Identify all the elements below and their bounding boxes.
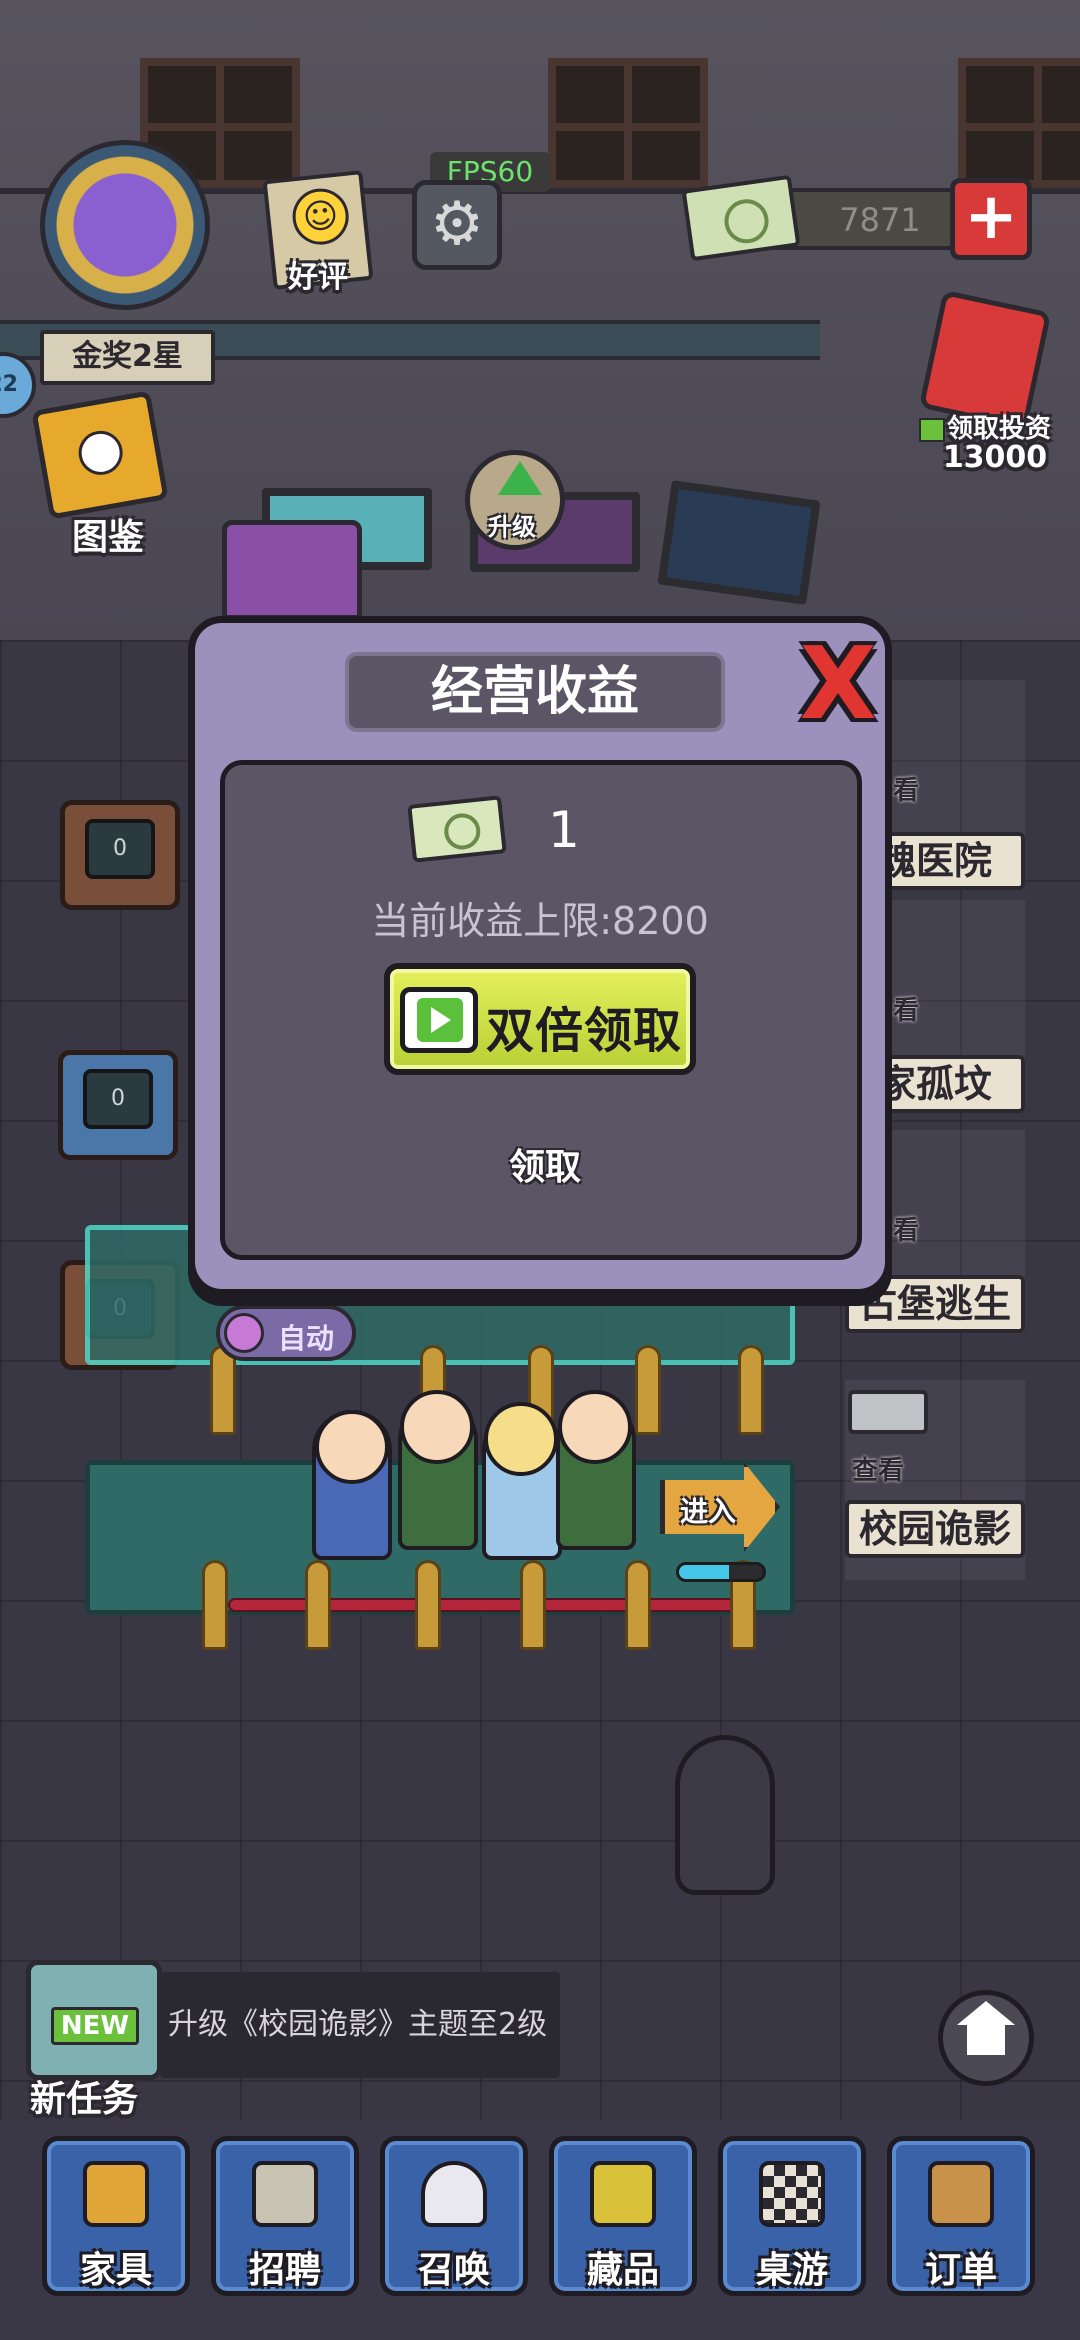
nav-board-game[interactable]: 桌游 <box>718 2136 866 2296</box>
room-view-text: 看 <box>893 1216 920 1246</box>
machine-counter: 0 <box>83 1069 153 1129</box>
tv-play-icon <box>400 987 478 1053</box>
nav-label: 桌游 <box>755 2250 828 2291</box>
rank-label: 金奖2星 <box>40 330 215 385</box>
room-view-text: 看 <box>893 776 920 806</box>
rank-badge[interactable] <box>30 140 220 340</box>
board-game-icon <box>759 2161 825 2227</box>
customer-head <box>484 1402 558 1476</box>
praise-label: 好评 <box>288 260 348 295</box>
upgrade-label: 升级 <box>488 513 536 541</box>
new-task-button[interactable]: NEW <box>26 1960 162 2080</box>
new-task-label: 新任务 <box>30 2079 139 2120</box>
nav-furniture[interactable]: 家具 <box>42 2136 190 2296</box>
vending-machine[interactable]: 0 <box>60 800 180 910</box>
vending-machine[interactable]: 0 <box>58 1050 178 1160</box>
ghost-staff-character[interactable] <box>675 1735 775 1895</box>
auto-icon <box>224 1313 264 1353</box>
room-view-text[interactable]: 查看 <box>852 1450 904 1487</box>
income-limit-text: 当前收益上限:8200 <box>371 899 709 943</box>
nav-summon[interactable]: 召唤 <box>380 2136 528 2296</box>
claim-button[interactable]: 领取 <box>480 1138 610 1190</box>
cash-stack-icon <box>407 795 507 863</box>
nav-label: 家具 <box>79 2250 152 2291</box>
auto-label: 自动 <box>278 1322 335 1355</box>
nav-label: 招聘 <box>248 2250 321 2291</box>
double-claim-button[interactable]: 双倍领取 <box>384 963 696 1075</box>
add-money-button[interactable]: + <box>950 178 1032 260</box>
new-badge: NEW <box>51 2007 139 2045</box>
customer-head <box>315 1410 389 1484</box>
camera-icon <box>848 1390 928 1434</box>
close-button[interactable]: X <box>796 634 880 734</box>
queue-post <box>202 1560 228 1650</box>
nav-label: 订单 <box>924 2250 997 2291</box>
bat-box-icon <box>928 2161 994 2227</box>
settings-button[interactable]: ⚙ <box>412 180 502 270</box>
queue-post <box>635 1345 661 1435</box>
income-value: 1 <box>548 801 580 859</box>
customer-head <box>558 1390 632 1464</box>
safe-icon <box>590 2161 656 2227</box>
queue-progress-bar <box>676 1562 766 1582</box>
home-icon <box>957 2001 1015 2055</box>
room-label-campus[interactable]: 校园诡影 <box>845 1500 1025 1558</box>
painting <box>657 480 821 605</box>
queue-post <box>415 1560 441 1650</box>
task-description[interactable]: 升级《校园诡影》主题至2级 <box>160 1972 560 2078</box>
upgrade-arrow-icon <box>498 461 542 495</box>
nav-label: 召唤 <box>417 2250 490 2291</box>
upgrade-button[interactable]: 升级 <box>465 450 565 550</box>
nav-collection[interactable]: 藏品 <box>549 2136 697 2296</box>
queue-post <box>305 1560 331 1650</box>
queue-progress-fill <box>679 1565 730 1579</box>
codex-book-button[interactable] <box>31 390 169 520</box>
skull-icon <box>75 427 127 479</box>
ghost-avatar-icon <box>40 140 210 310</box>
customer-head <box>400 1390 474 1464</box>
nav-orders[interactable]: 订单 <box>887 2136 1035 2296</box>
window <box>958 58 1080 188</box>
home-button[interactable] <box>938 1990 1034 2086</box>
room-view-text: 看 <box>893 996 920 1026</box>
codex-label: 图鉴 <box>72 517 145 558</box>
queue-post <box>738 1345 764 1435</box>
furniture-icon <box>83 2161 149 2227</box>
nav-label: 藏品 <box>586 2250 659 2291</box>
machine-counter: 0 <box>85 819 155 879</box>
enter-label: 进入 <box>680 1495 737 1528</box>
window <box>548 58 708 188</box>
queue-post <box>520 1560 546 1650</box>
video-play-icon <box>918 417 945 442</box>
nav-recruit[interactable]: 招聘 <box>211 2136 359 2296</box>
money-value: 7871 <box>839 201 921 239</box>
investment-amount: 13000 <box>942 440 1048 475</box>
smiley-icon: ☺ <box>289 185 352 248</box>
queue-post <box>625 1560 651 1650</box>
arcade-machine <box>222 520 362 620</box>
cash-stack-icon <box>681 174 801 262</box>
dialog-title: 经营收益 <box>345 652 725 732</box>
ghost-icon <box>421 2161 487 2227</box>
gear-icon: ⚙ <box>430 189 484 259</box>
auto-toggle-button[interactable]: 自动 <box>216 1305 356 1361</box>
double-claim-label: 双倍领取 <box>486 1003 683 1059</box>
recruit-icon <box>252 2161 318 2227</box>
